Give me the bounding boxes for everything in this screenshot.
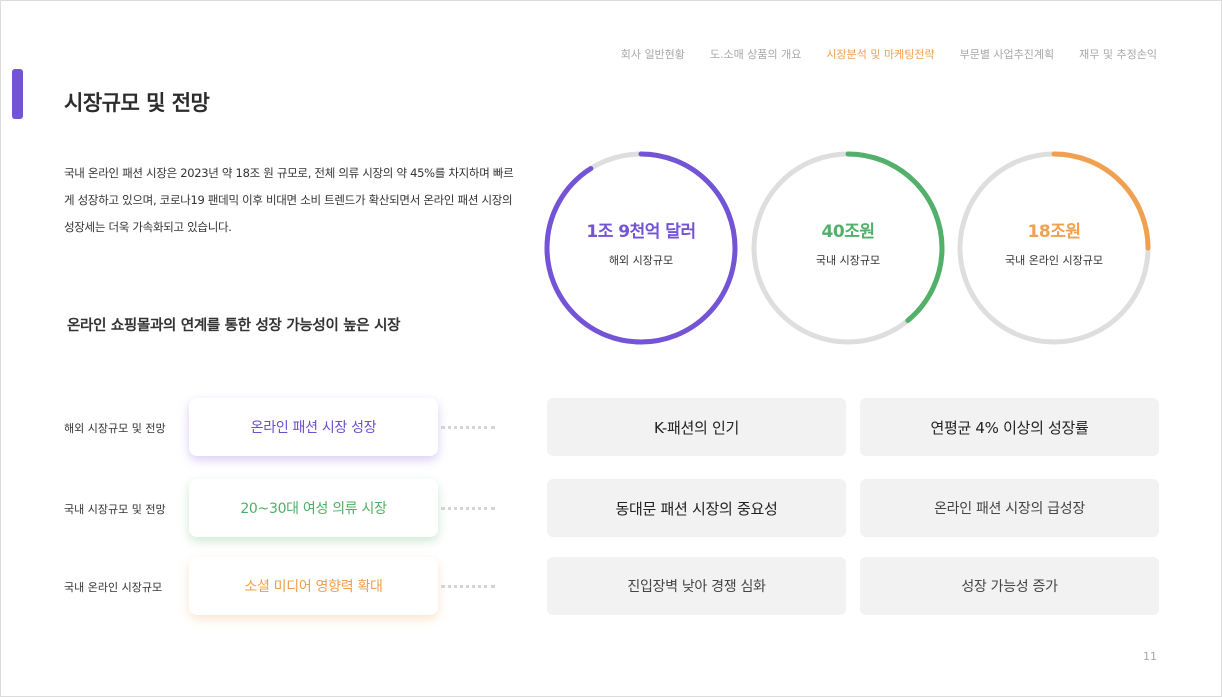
market-circle-domestic: 40조원 국내 시장규모: [750, 150, 946, 346]
title-accent-bar: [12, 69, 23, 119]
circle-label: 국내 시장규모: [815, 253, 881, 267]
dotted-connector: [441, 507, 495, 510]
info-box: 연평균 4% 이상의 성장률: [860, 398, 1159, 456]
circle-value: 40조원: [821, 221, 875, 242]
market-circle-overseas: 1조 9천억 달러 해외 시장규모: [543, 150, 739, 346]
nav-item-products[interactable]: 도.소매 상품의 개요: [710, 46, 801, 62]
row-label-overseas: 해외 시장규모 및 전망: [64, 422, 166, 435]
pill-overseas: 온라인 패션 시장 성장: [189, 398, 438, 456]
circle-value: 18조원: [1027, 221, 1081, 242]
top-navigation: 회사 일반현황 도.소매 상품의 개요 시장분석 및 마케팅전략 부문별 사업추…: [621, 46, 1157, 62]
slide-page: 회사 일반현황 도.소매 상품의 개요 시장분석 및 마케팅전략 부문별 사업추…: [0, 0, 1222, 697]
page-number: 11: [1143, 650, 1157, 663]
nav-item-finance[interactable]: 재무 및 추정손익: [1079, 46, 1157, 62]
info-box: 성장 가능성 증가: [860, 557, 1159, 615]
info-box: K-패션의 인기: [547, 398, 846, 456]
market-circle-domestic-online: 18조원 국내 온라인 시장규모: [956, 150, 1152, 346]
info-box: 진입장벽 낮아 경쟁 심화: [547, 557, 846, 615]
circle-label: 해외 시장규모: [608, 253, 674, 267]
nav-item-market-analysis[interactable]: 시장분석 및 마케팅전략: [826, 46, 934, 62]
info-box: 동대문 패션 시장의 중요성: [547, 479, 846, 537]
nav-item-business-plan[interactable]: 부문별 사업추진계획: [960, 46, 1055, 62]
page-title: 시장규모 및 전망: [64, 91, 210, 115]
row-label-domestic-online: 국내 온라인 시장규모: [64, 581, 163, 594]
circle-value: 1조 9천억 달러: [586, 221, 696, 242]
circle-label: 국내 온라인 시장규모: [1004, 253, 1104, 267]
nav-item-company[interactable]: 회사 일반현황: [621, 46, 685, 62]
pill-domestic: 20~30대 여성 의류 시장: [189, 479, 438, 537]
dotted-connector: [441, 426, 495, 429]
pill-domestic-online: 소셜 미디어 영향력 확대: [189, 557, 438, 615]
section-subheading: 온라인 쇼핑몰과의 연계를 통한 성장 가능성이 높은 시장: [67, 318, 401, 334]
dotted-connector: [441, 585, 495, 588]
intro-paragraph: 국내 온라인 패션 시장은 2023년 약 18조 원 규모로, 전체 의류 시…: [64, 166, 514, 234]
row-label-domestic: 국내 시장규모 및 전망: [64, 503, 166, 516]
info-box: 온라인 패션 시장의 급성장: [860, 479, 1159, 537]
